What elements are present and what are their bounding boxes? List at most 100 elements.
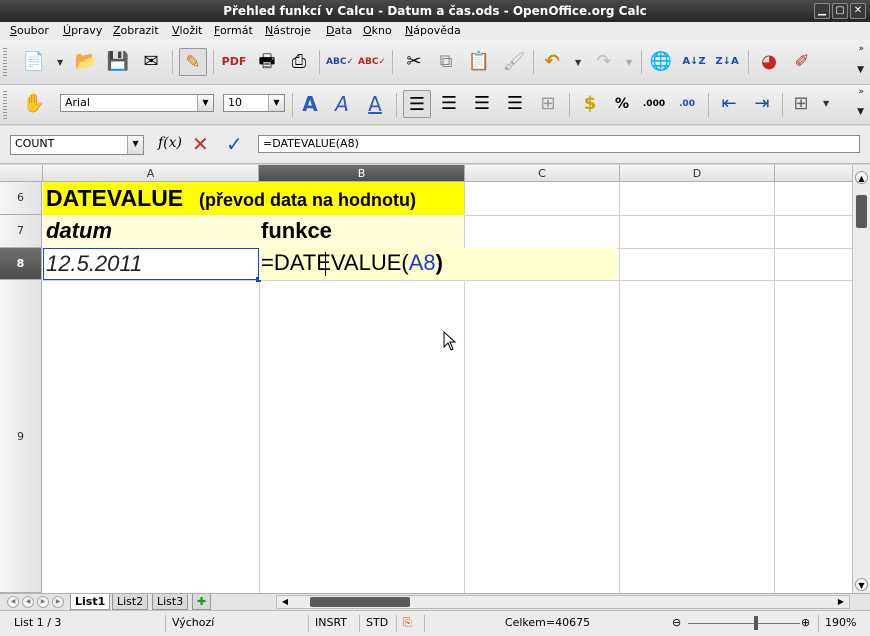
status-zoom[interactable]: 190% bbox=[818, 615, 868, 632]
justify-icon[interactable]: ☰ bbox=[501, 90, 529, 118]
sheet-tab-list1[interactable]: List1 bbox=[70, 594, 111, 610]
styles-icon[interactable]: ✋ bbox=[20, 90, 48, 118]
chevron-down-icon[interactable]: ▼ bbox=[127, 136, 143, 154]
bold-icon[interactable]: A bbox=[296, 90, 324, 118]
menu-upravy[interactable]: Úpravy bbox=[63, 24, 102, 37]
currency-format-icon[interactable]: $ bbox=[576, 90, 604, 118]
minimize-icon[interactable]: ▁ bbox=[814, 3, 830, 19]
chevron-down-icon[interactable]: ▼ bbox=[626, 58, 632, 67]
row-header-9[interactable]: 9 bbox=[0, 280, 42, 593]
cut-icon[interactable]: ✂ bbox=[400, 48, 428, 76]
print-preview-icon[interactable]: ⎙ bbox=[285, 48, 313, 76]
email-icon[interactable]: ✉ bbox=[137, 48, 165, 76]
chevron-down-icon[interactable]: ▼ bbox=[823, 99, 829, 108]
cell-a7[interactable]: datum bbox=[43, 215, 259, 248]
close-icon[interactable]: ✕ bbox=[850, 3, 866, 19]
zoom-out-icon[interactable]: ⊖ bbox=[672, 616, 681, 629]
edit-file-icon[interactable]: ✎ bbox=[179, 48, 207, 76]
percent-format-icon[interactable]: % bbox=[608, 90, 636, 118]
chevron-down-icon[interactable]: ▼ bbox=[197, 95, 213, 111]
draw-icon[interactable]: ✐ bbox=[788, 48, 816, 76]
merge-cells-icon[interactable]: ⊞ bbox=[534, 90, 562, 118]
chevron-down-icon[interactable]: ▼ bbox=[857, 107, 864, 117]
menu-nastroje[interactable]: Nástroje bbox=[265, 24, 311, 37]
font-name-combo[interactable]: Arial ▼ bbox=[60, 94, 214, 112]
cell-b8-editing[interactable]: =DATEVALUE(A8) bbox=[259, 248, 617, 280]
first-sheet-icon[interactable]: ◀ bbox=[7, 596, 19, 608]
paste-icon[interactable]: 📋 bbox=[465, 48, 493, 76]
toolbar-grip[interactable] bbox=[3, 48, 7, 76]
menu-okno[interactable]: Okno bbox=[363, 24, 392, 37]
italic-icon[interactable]: A bbox=[328, 90, 356, 118]
align-center-icon[interactable]: ☰ bbox=[435, 90, 463, 118]
save-icon[interactable]: 💾 bbox=[104, 48, 132, 76]
cell-a6[interactable]: DATEVALUE (převod data na hodnotu) bbox=[43, 182, 464, 215]
horizontal-scrollbar[interactable]: ◀ ▶ bbox=[276, 595, 850, 609]
align-left-icon[interactable]: ☰ bbox=[403, 90, 431, 118]
row-header-7[interactable]: 7 bbox=[0, 215, 42, 248]
align-right-icon[interactable]: ☰ bbox=[468, 90, 496, 118]
chevron-down-icon[interactable]: ▼ bbox=[857, 65, 864, 75]
menu-soubor[interactable]: Soubor bbox=[10, 24, 49, 37]
spellcheck-icon[interactable]: ABC✓ bbox=[326, 48, 354, 76]
scroll-up-icon[interactable]: ▲ bbox=[855, 171, 868, 184]
formula-input[interactable]: =DATEVALUE(A8) bbox=[258, 135, 860, 153]
menu-data[interactable]: Data bbox=[326, 24, 352, 37]
column-header-e[interactable] bbox=[775, 165, 852, 182]
vertical-scrollbar[interactable]: ▲ ▼ bbox=[852, 165, 870, 593]
vertical-scroll-thumb[interactable] bbox=[856, 195, 867, 228]
redo-icon[interactable]: ↷ bbox=[590, 48, 618, 76]
scroll-down-icon[interactable]: ▼ bbox=[855, 578, 868, 591]
menu-vlozit[interactable]: Vložit bbox=[172, 24, 202, 37]
zoom-in-icon[interactable]: ⊕ bbox=[801, 616, 810, 629]
column-header-d[interactable]: D bbox=[620, 165, 775, 182]
spreadsheet-grid[interactable]: A B C D 6 7 8 9 DATEVALUE (převod data n… bbox=[0, 165, 852, 593]
chevron-down-icon[interactable]: ▼ bbox=[57, 58, 63, 67]
cell-a8[interactable]: 12.5.2011 bbox=[43, 248, 261, 282]
row-header-8[interactable]: 8 bbox=[0, 248, 42, 280]
column-header-c[interactable]: C bbox=[465, 165, 620, 182]
chevron-down-icon[interactable]: ▼ bbox=[268, 95, 284, 111]
menu-napoveda[interactable]: Nápověda bbox=[405, 24, 461, 37]
menu-format[interactable]: Formát bbox=[214, 24, 253, 37]
underline-icon[interactable]: A bbox=[361, 90, 389, 118]
column-header-b[interactable]: B bbox=[259, 165, 465, 182]
zoom-slider[interactable] bbox=[688, 623, 800, 624]
status-style[interactable]: Výchozí bbox=[165, 615, 305, 632]
cancel-icon[interactable]: ✕ bbox=[192, 132, 209, 156]
increase-indent-icon[interactable]: ⇥ bbox=[748, 90, 776, 118]
add-decimal-icon[interactable]: .000 bbox=[640, 90, 668, 118]
last-sheet-icon[interactable]: ▶ bbox=[52, 596, 64, 608]
new-icon[interactable]: 📄 bbox=[20, 48, 48, 76]
format-paintbrush-icon[interactable]: 🖌 bbox=[500, 48, 528, 76]
toolbar-overflow-icon[interactable]: » bbox=[858, 44, 864, 54]
add-sheet-icon[interactable]: ✚ bbox=[192, 594, 212, 610]
name-box[interactable]: COUNT ▼ bbox=[10, 135, 144, 155]
sort-descending-icon[interactable]: Z↓A bbox=[713, 48, 741, 76]
cell-b7[interactable]: funkce bbox=[259, 215, 464, 248]
scroll-right-icon[interactable]: ▶ bbox=[835, 596, 847, 608]
delete-decimal-icon[interactable]: .00 bbox=[673, 90, 701, 118]
open-icon[interactable]: 📂 bbox=[72, 48, 100, 76]
chart-icon[interactable]: ◕ bbox=[755, 48, 783, 76]
sheet-tab-list3[interactable]: List3 bbox=[152, 594, 189, 610]
next-sheet-icon[interactable]: ▶ bbox=[37, 596, 49, 608]
autospell-icon[interactable]: ABC✓ bbox=[358, 48, 386, 76]
sheet-tab-list2[interactable]: List2 bbox=[112, 594, 149, 610]
decrease-indent-icon[interactable]: ⇤ bbox=[715, 90, 743, 118]
hyperlink-icon[interactable]: 🌐 bbox=[647, 48, 675, 76]
select-all-corner[interactable] bbox=[0, 165, 43, 182]
copy-icon[interactable]: ⧉ bbox=[432, 48, 460, 76]
toolbar-overflow-icon[interactable]: » bbox=[858, 87, 864, 97]
chevron-down-icon[interactable]: ▼ bbox=[575, 58, 581, 67]
scroll-left-icon[interactable]: ◀ bbox=[279, 596, 291, 608]
pdf-icon[interactable]: PDF bbox=[220, 48, 248, 76]
column-header-a[interactable]: A bbox=[43, 165, 259, 182]
sort-ascending-icon[interactable]: A↓Z bbox=[680, 48, 708, 76]
accept-icon[interactable]: ✓ bbox=[226, 132, 243, 156]
maximize-icon[interactable]: ▢ bbox=[832, 3, 848, 19]
zoom-slider-knob[interactable] bbox=[754, 616, 758, 630]
function-wizard-icon[interactable]: f(x) bbox=[158, 135, 182, 151]
font-size-combo[interactable]: 10 ▼ bbox=[223, 94, 285, 112]
status-selection-mode[interactable]: STD bbox=[359, 615, 393, 632]
